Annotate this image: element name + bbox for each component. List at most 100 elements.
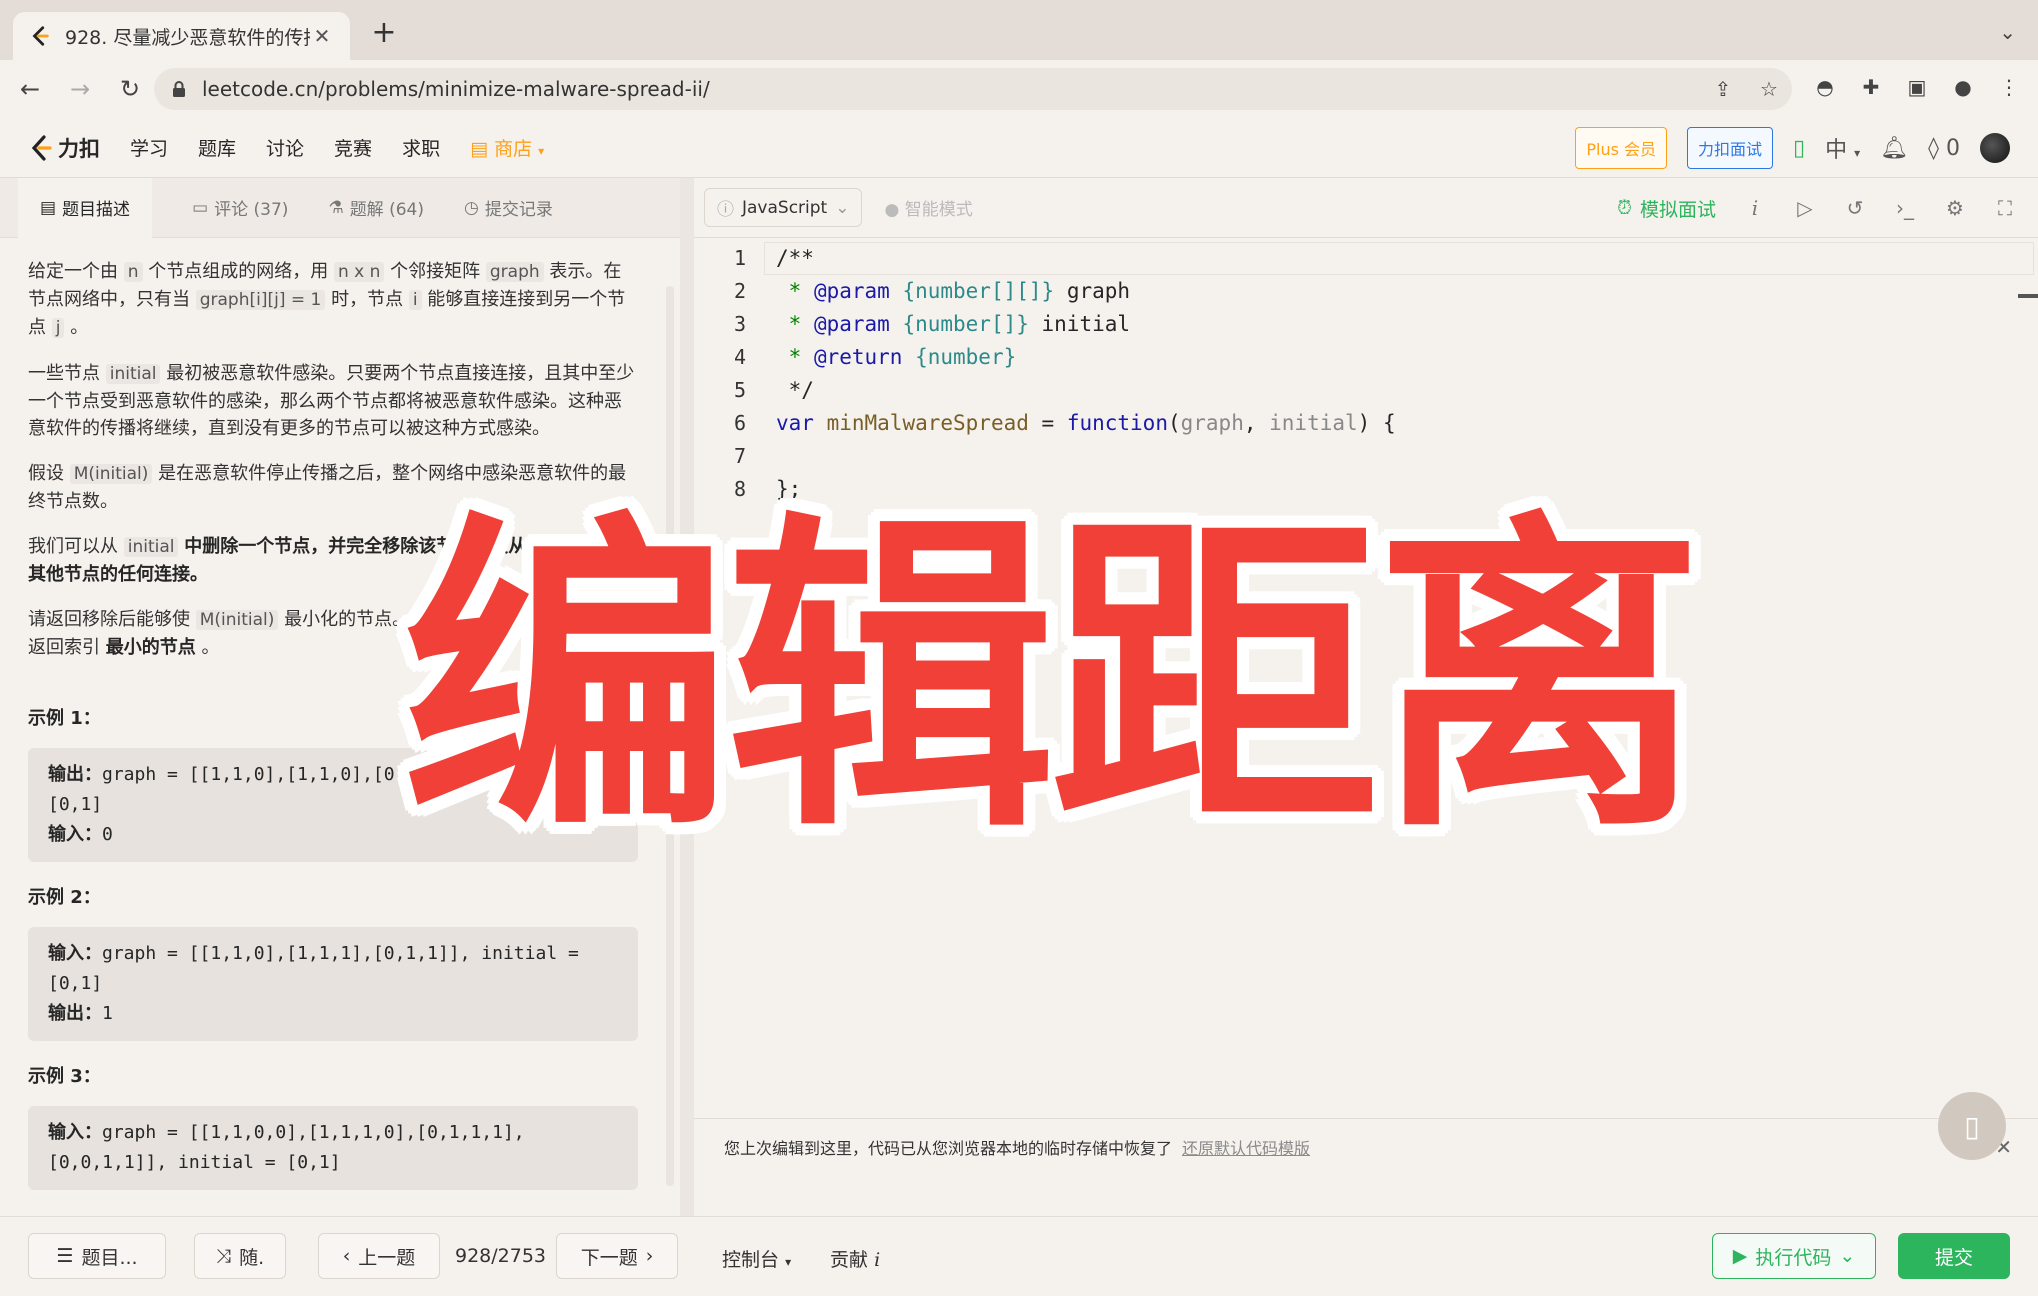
- mock-interview-label: 模拟面试: [1639, 198, 1716, 221]
- plus-member-button[interactable]: Plus 会员: [1575, 127, 1668, 169]
- contribute-button[interactable]: 贡献 i: [830, 1245, 880, 1272]
- submit-button[interactable]: 提交: [1898, 1233, 2010, 1279]
- terminal-icon[interactable]: ›_: [1894, 196, 1916, 220]
- tab-comments[interactable]: ▭ 评论 (37): [192, 195, 289, 221]
- nav-item-discuss[interactable]: 讨论: [266, 134, 304, 161]
- code-token: {number[]}: [889, 312, 1042, 336]
- line-number: 1: [733, 246, 746, 270]
- address-bar[interactable]: leetcode.cn/problems/minimize-malware-sp…: [154, 68, 1792, 110]
- language-select-value: JavaScript: [742, 197, 828, 218]
- smart-mode-toggle[interactable]: ● 智能模式: [884, 195, 972, 220]
- console-caret-icon: ▾: [785, 1255, 792, 1269]
- code-line: */: [776, 378, 814, 402]
- example-text: [0,1]: [48, 973, 103, 994]
- site-logo[interactable]: 力扣: [28, 133, 100, 163]
- nav-item-store[interactable]: ▤ 商店 ▾: [470, 134, 544, 161]
- code-line: * @param {number[][]} graph: [776, 275, 2016, 308]
- play-icon[interactable]: ▷: [1794, 196, 1816, 220]
- back-arrow-icon[interactable]: ←: [10, 69, 50, 109]
- example-text: graph = [[1,1,0],[1,1,1],[0,1,1]], initi…: [102, 943, 579, 964]
- example-label: 输出：: [48, 1003, 102, 1024]
- language-switch[interactable]: 中 ▾: [1825, 132, 1860, 164]
- side-panel-icon[interactable]: ▣: [1900, 70, 1934, 104]
- prev-problem-button[interactable]: ‹ 上一题: [318, 1233, 440, 1279]
- info-icon: ⓘ: [717, 200, 734, 220]
- restore-message: 您上次编辑到这里，代码已从您浏览器本地的临时存储中恢复了: [724, 1138, 1173, 1158]
- run-code-button[interactable]: ▶ 执行代码 ⌄: [1712, 1233, 1876, 1279]
- forward-arrow-icon[interactable]: →: [60, 69, 100, 109]
- overlay-title-text: 编辑距离: [402, 487, 1704, 871]
- nav-item-contest[interactable]: 竞赛: [334, 134, 372, 161]
- puzzle-extensions-icon[interactable]: ✚: [1854, 70, 1888, 104]
- code-token: *: [776, 345, 814, 369]
- bookmark-star-icon[interactable]: ☆: [1746, 77, 1792, 101]
- code-token: {number}: [902, 345, 1017, 369]
- points-indicator[interactable]: ◊ 0: [1928, 136, 1960, 161]
- nav-item-jobs[interactable]: 求职: [402, 134, 440, 161]
- browser-menu-icon[interactable]: ⋮: [1992, 70, 2026, 104]
- contribute-label: 贡献: [830, 1249, 869, 1271]
- fullscreen-icon[interactable]: ⛶: [1994, 196, 2016, 220]
- user-avatar[interactable]: [1980, 133, 2010, 163]
- desc-text: 个节点组成的网络，用: [148, 261, 329, 282]
- browser-tab[interactable]: 928. 尽量减少恶意软件的传播 II ✕: [13, 12, 350, 60]
- mock-interview-button[interactable]: ⏰︎ 模拟面试: [1617, 195, 1716, 222]
- run-label: 执行代码: [1755, 1246, 1832, 1269]
- reset-icon[interactable]: ↺: [1844, 196, 1866, 220]
- line-number: 2: [733, 279, 746, 303]
- desc-text: 我们可以从: [28, 536, 118, 557]
- info-italic-icon[interactable]: i: [1744, 196, 1766, 220]
- profile-icon[interactable]: ●: [1946, 70, 1980, 104]
- settings-gear-icon[interactable]: ⚙: [1944, 196, 1966, 220]
- code-token: @param: [813, 312, 890, 336]
- close-tab-icon[interactable]: ✕: [310, 24, 334, 48]
- code-token: *: [776, 279, 814, 303]
- desc-paragraph-1: 给定一个由 n 个节点组成的网络，用 n x n 个邻接矩阵 graph 表示。…: [28, 258, 638, 342]
- example-label: 输入：: [48, 1122, 102, 1143]
- tab-search-chevron-icon[interactable]: ⌄: [1999, 20, 2016, 44]
- tab-solutions[interactable]: ⚗ 题解 (64): [328, 195, 424, 221]
- language-select[interactable]: ⓘ JavaScript ⌄: [704, 188, 863, 227]
- interview-button[interactable]: 力扣面试: [1687, 127, 1774, 169]
- reload-icon[interactable]: ↻: [110, 69, 150, 109]
- desc-text: 个邻接矩阵: [390, 261, 481, 282]
- shield-extension-icon[interactable]: ◓: [1808, 70, 1842, 104]
- example-label: 输入：: [48, 943, 102, 964]
- random-problem-button[interactable]: ⤨ 随.: [194, 1233, 286, 1279]
- url-text: leetcode.cn/problems/minimize-malware-sp…: [202, 77, 710, 101]
- chevron-down-icon: ⌄: [835, 197, 850, 218]
- mobile-app-icon[interactable]: ▯: [1793, 136, 1805, 161]
- code-line: * @param {number[]} initial: [776, 308, 2016, 341]
- list-icon: ☰: [56, 1245, 74, 1267]
- comment-icon: ▭: [192, 197, 209, 218]
- notification-bell-icon[interactable]: 🔔︎: [1880, 136, 1908, 161]
- nav-item-learn[interactable]: 学习: [130, 134, 168, 161]
- tab-comments-label: 评论 (37): [214, 200, 289, 220]
- notes-bookmark-icon[interactable]: ▯: [1938, 1092, 2006, 1160]
- code-token: graph: [1066, 279, 1131, 303]
- share-icon[interactable]: ⇪: [1700, 77, 1746, 101]
- inline-code: i: [408, 290, 422, 310]
- code-token: @param: [813, 279, 890, 303]
- nav-item-problems[interactable]: 题库: [198, 134, 236, 161]
- problem-list-button[interactable]: ☰ 题目...: [28, 1233, 166, 1279]
- line-number: 5: [733, 378, 746, 402]
- restore-default-link[interactable]: 还原默认代码模版: [1182, 1135, 1310, 1159]
- new-tab-button[interactable]: +: [368, 18, 400, 50]
- example-label: 输出：: [48, 764, 102, 785]
- clock-icon: ◷: [464, 197, 479, 218]
- restore-notice: 您上次编辑到这里，代码已从您浏览器本地的临时存储中恢复了 还原默认代码模版 ✕: [694, 1118, 2038, 1174]
- prev-label: 上一题: [358, 1246, 416, 1269]
- tab-submissions[interactable]: ◷ 提交记录: [464, 195, 553, 221]
- chevron-left-icon: ‹: [342, 1245, 351, 1267]
- next-problem-button[interactable]: 下一题 ›: [556, 1233, 678, 1279]
- example-label: 输入：: [48, 824, 102, 845]
- description-icon: ▤: [40, 197, 57, 218]
- desc-text: 假设: [28, 463, 64, 484]
- tab-description[interactable]: ▤ 题目描述: [18, 177, 153, 238]
- flame-icon: ◊: [1928, 135, 1939, 161]
- desc-text: 给定一个由: [28, 261, 118, 282]
- store-caret-icon: ▾: [538, 144, 545, 158]
- example-text: 0: [102, 824, 113, 845]
- console-toggle[interactable]: 控制台 ▾: [722, 1245, 791, 1272]
